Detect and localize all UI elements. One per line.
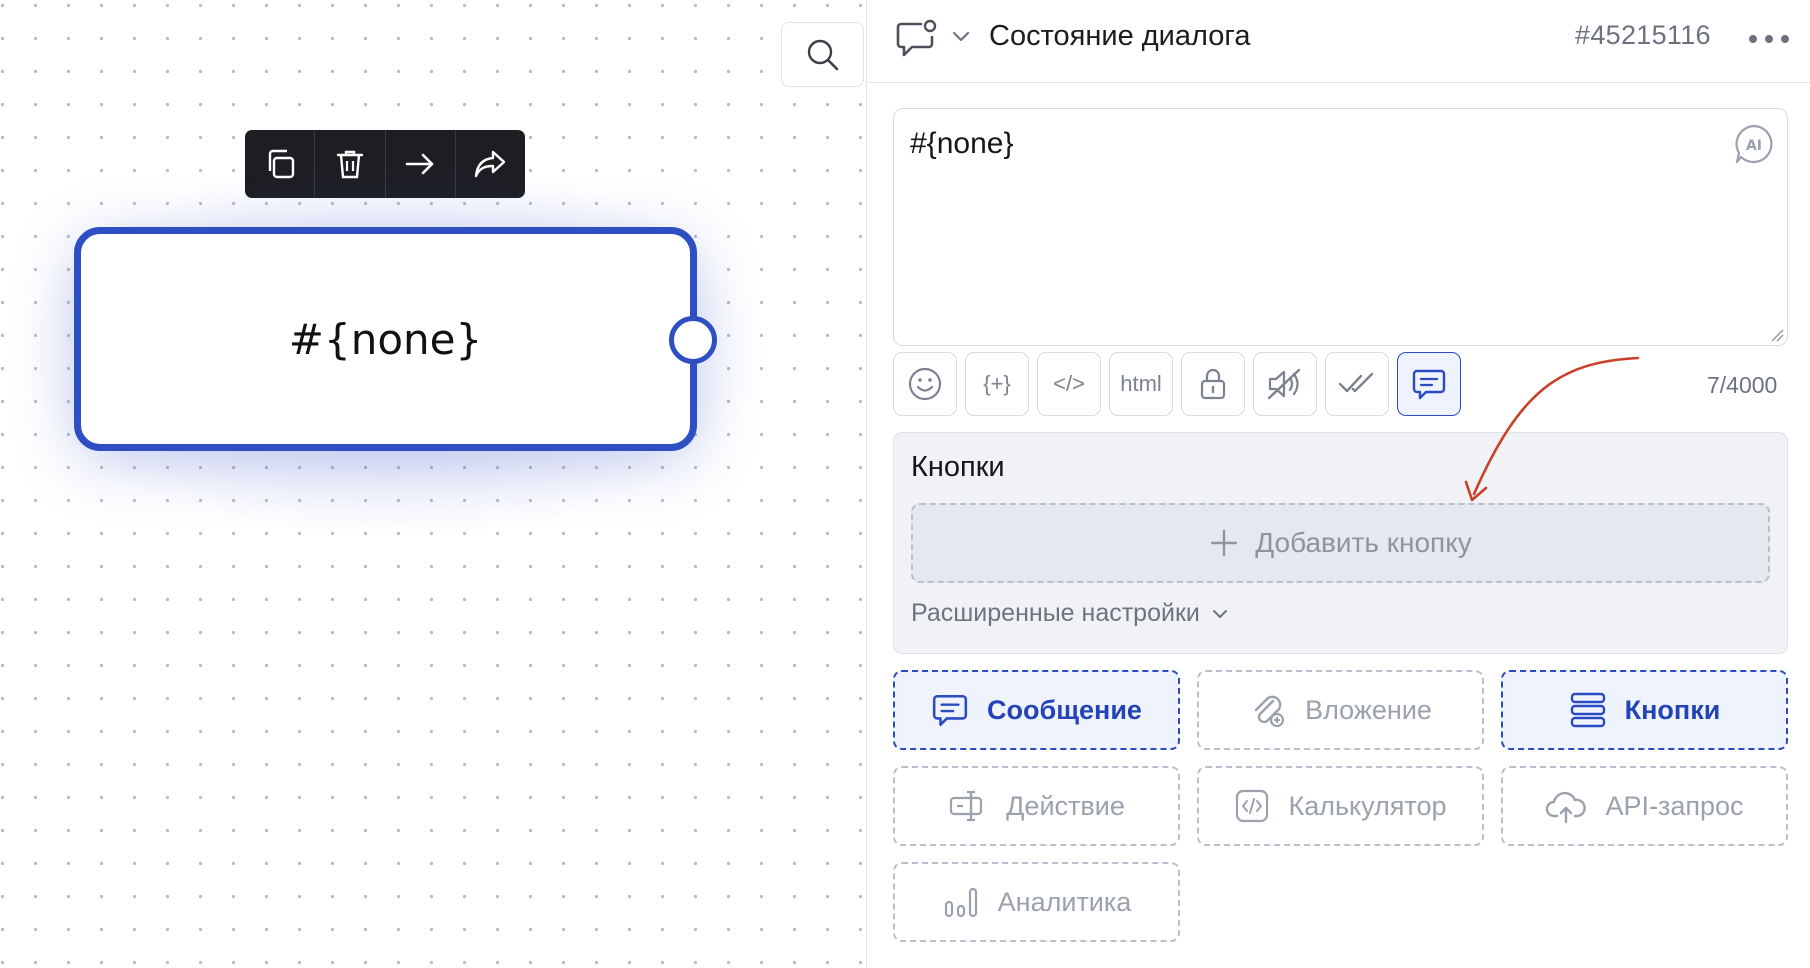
add-button-button[interactable]: Добавить кнопку — [911, 503, 1770, 583]
buttons-section: Кнопки Добавить кнопку Расширенные настр… — [893, 432, 1788, 654]
panel-title: Состояние диалога — [989, 20, 1251, 52]
html-icon: html — [1120, 371, 1162, 396]
block-analytics-button[interactable]: Аналитика — [893, 862, 1180, 942]
message-icon — [932, 695, 968, 727]
emoji-button[interactable] — [893, 352, 957, 416]
code-icon: </> — [1053, 371, 1085, 396]
mute-button[interactable] — [1253, 352, 1317, 416]
advanced-settings-label: Расширенные настройки — [911, 599, 1200, 627]
share-node-button[interactable] — [456, 130, 525, 198]
lock-button[interactable] — [1181, 352, 1245, 416]
attachment-icon — [1254, 695, 1285, 728]
copy-node-button[interactable] — [245, 130, 316, 198]
state-id: #45215116 — [1575, 20, 1711, 50]
block-attachment-button[interactable]: Вложение — [1197, 670, 1484, 750]
read-receipt-button[interactable] — [1325, 352, 1389, 416]
char-counter: 7/4000 — [1707, 372, 1778, 398]
analytics-icon — [944, 887, 977, 918]
trash-icon — [336, 150, 364, 179]
chat-settings-icon[interactable] — [895, 18, 941, 58]
chevron-down-icon[interactable] — [949, 24, 973, 48]
dialog-state-node[interactable]: #{none} — [74, 227, 697, 451]
block-buttons-button[interactable]: Кнопки — [1501, 670, 1788, 750]
emoji-icon — [908, 367, 942, 401]
html-button[interactable]: html — [1109, 352, 1173, 416]
delete-node-button[interactable] — [315, 130, 386, 198]
block-action-button[interactable]: Действие — [893, 766, 1180, 846]
properties-panel: Состояние диалога #45215116 #{none} AI {… — [866, 0, 1810, 968]
flow-canvas[interactable]: #{none} — [0, 0, 866, 968]
block-message-label: Сообщение — [987, 694, 1142, 725]
action-icon — [950, 790, 983, 822]
resize-handle-icon[interactable] — [1770, 328, 1784, 342]
plus-icon — [1211, 529, 1238, 557]
ai-icon[interactable]: AI — [1733, 123, 1775, 165]
lock-icon — [1200, 368, 1226, 400]
node-toolbar — [245, 130, 525, 198]
variable-icon: {+} — [983, 371, 1011, 396]
app-root: #{none} Состояние диалога #45215116 #{no… — [0, 0, 1810, 968]
buttons-section-title: Кнопки — [911, 451, 1005, 483]
code-button[interactable]: </> — [1037, 352, 1101, 416]
copy-icon — [268, 149, 294, 179]
svg-text:AI: AI — [1746, 138, 1762, 154]
arrow-right-icon — [405, 153, 434, 175]
no-sound-icon — [1267, 368, 1301, 400]
message-textarea[interactable]: #{none} AI — [893, 108, 1788, 346]
node-text: #{none} — [288, 314, 483, 364]
variable-button[interactable]: {+} — [965, 352, 1029, 416]
block-attachment-label: Вложение — [1305, 694, 1432, 725]
block-calculator-label: Калькулятор — [1288, 790, 1447, 821]
block-message-button[interactable]: Сообщение — [893, 670, 1180, 750]
message-text: #{none} — [910, 127, 1014, 160]
search-icon — [807, 39, 838, 70]
panel-header: Состояние диалога #45215116 — [867, 0, 1810, 83]
double-check-icon — [1338, 372, 1374, 393]
message-icon — [1412, 369, 1446, 400]
more-options-icon[interactable] — [1745, 24, 1793, 54]
add-button-label: Добавить кнопку — [1255, 527, 1472, 558]
chevron-down-icon — [1212, 609, 1227, 618]
code-file-icon — [1236, 789, 1269, 823]
block-analytics-label: Аналитика — [997, 886, 1132, 917]
block-api-label: API-запрос — [1605, 790, 1744, 821]
cloud-upload-icon — [1546, 791, 1587, 824]
block-api-button[interactable]: API-запрос — [1501, 766, 1788, 846]
block-buttons-label: Кнопки — [1624, 694, 1721, 725]
canvas-search-button[interactable] — [781, 22, 864, 87]
format-toolbar: {+} </> html — [893, 352, 1461, 416]
block-action-label: Действие — [1006, 790, 1125, 821]
connect-node-button[interactable] — [386, 130, 456, 198]
advanced-settings-toggle[interactable]: Расширенные настройки — [911, 599, 1230, 628]
buttons-stack-icon — [1570, 692, 1605, 728]
message-format-button[interactable] — [1397, 352, 1461, 416]
block-calculator-button[interactable]: Калькулятор — [1197, 766, 1484, 846]
share-icon — [475, 150, 506, 178]
node-output-port[interactable] — [669, 316, 717, 364]
